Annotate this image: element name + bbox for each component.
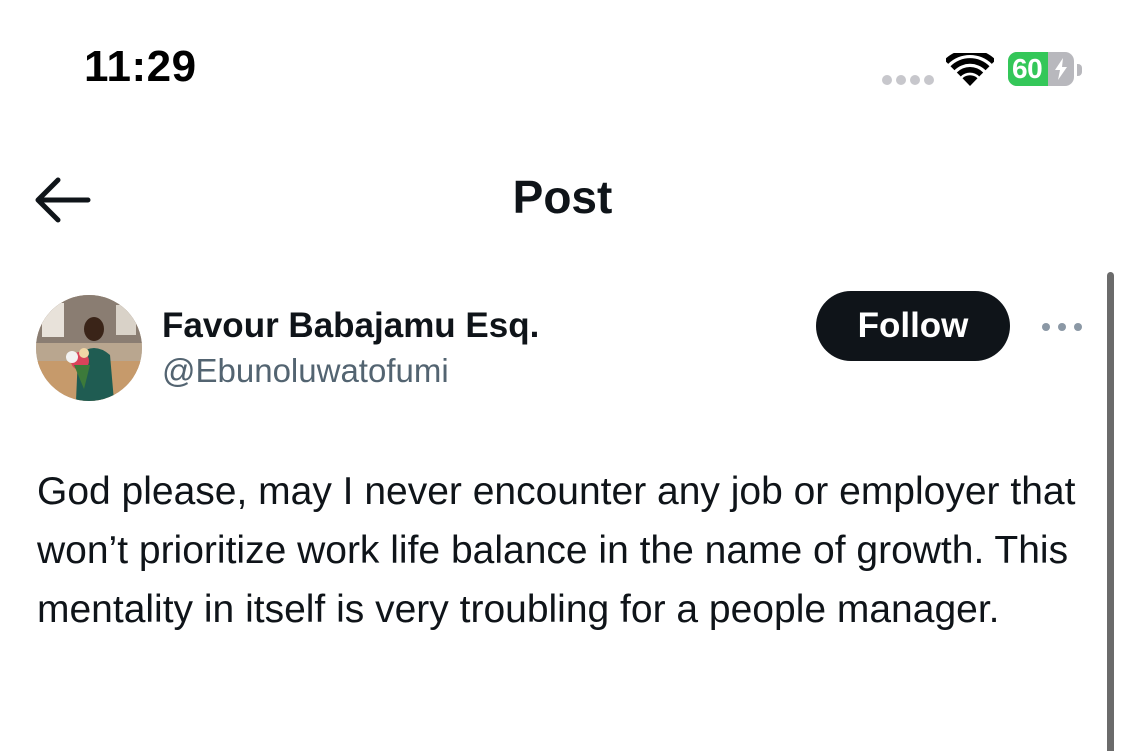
post-text: God please, may I never encounter any jo… (37, 470, 1076, 631)
author-handle[interactable]: @Ebunoluwatofumi (162, 352, 449, 390)
signal-dots-icon (882, 75, 934, 85)
avatar-photo (36, 295, 142, 401)
battery-percent: 60 (1012, 53, 1043, 84)
battery-cap (1077, 64, 1082, 76)
charging-bolt-icon (1055, 58, 1067, 80)
author-name[interactable]: Favour Babajamu Esq. (162, 306, 539, 346)
wifi-icon (946, 53, 994, 86)
battery-indicator: 60 (1008, 52, 1086, 88)
battery-body: 60 (1008, 52, 1074, 86)
nav-bar: Post (0, 140, 1125, 260)
follow-button[interactable]: Follow (816, 291, 1010, 361)
scrollbar[interactable] (1107, 272, 1114, 751)
status-time: 11:29 (84, 42, 197, 91)
ellipsis-icon[interactable] (1038, 316, 1086, 338)
page-title: Post (512, 171, 613, 223)
status-bar: 11:29 60 (0, 0, 1125, 140)
avatar[interactable] (36, 295, 142, 401)
